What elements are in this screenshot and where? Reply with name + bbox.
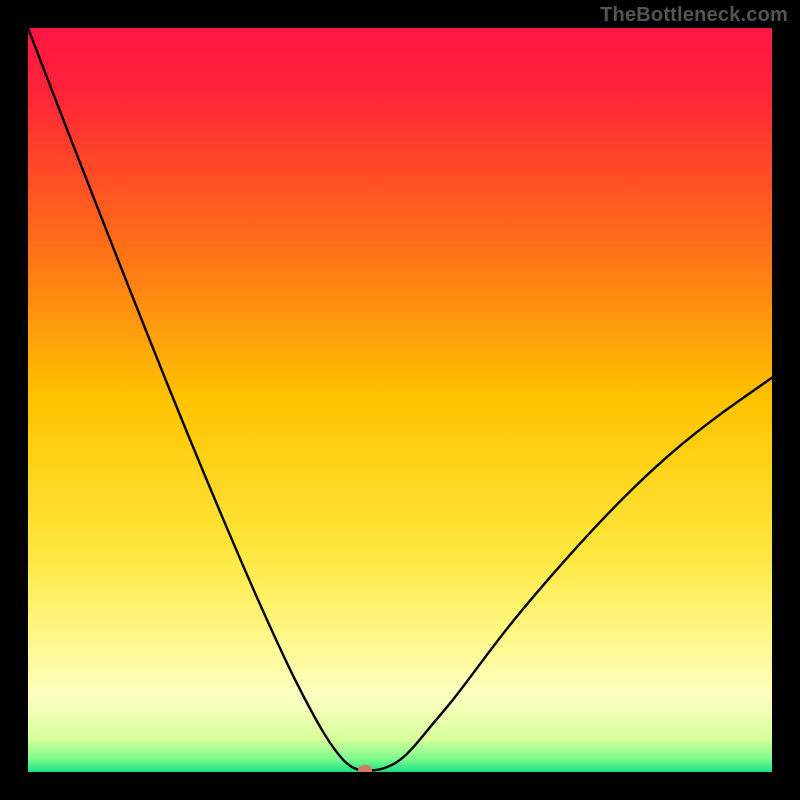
chart-container: TheBottleneck.com (0, 0, 800, 800)
gradient-background (28, 28, 772, 772)
watermark-text: TheBottleneck.com (600, 4, 788, 27)
plot-area (28, 28, 772, 772)
chart-svg (28, 28, 772, 772)
